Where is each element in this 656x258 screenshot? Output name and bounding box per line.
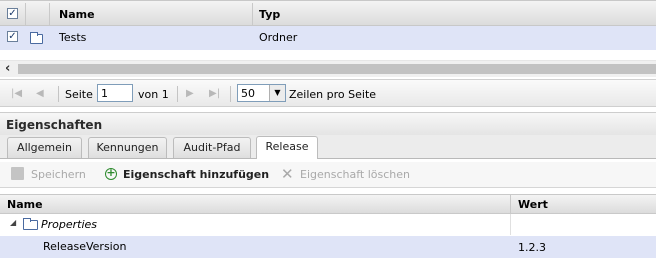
- page-count-label: von 1: [138, 88, 169, 101]
- floppy-icon: [11, 167, 24, 180]
- select-all-checkbox[interactable]: ✓: [7, 8, 18, 19]
- property-row[interactable]: ReleaseVersion 1.2.3: [0, 236, 656, 258]
- collapse-icon[interactable]: ◢: [10, 218, 16, 227]
- plus-circle-icon: +: [105, 166, 117, 180]
- save-button[interactable]: Speichern: [31, 168, 86, 181]
- x-icon: ✕: [281, 165, 294, 183]
- tree-group-row[interactable]: ◢ Properties: [0, 214, 656, 235]
- paging-toolbar: |◀ ◀ Seite von 1 ▶ ▶| 50 ▼ Zeilen pro Se…: [0, 79, 656, 107]
- row-name: Tests: [59, 31, 87, 44]
- page-size-value: 50: [241, 87, 255, 100]
- tab-identifiers[interactable]: Kennungen: [88, 137, 167, 158]
- column-header-name[interactable]: Name: [59, 8, 95, 21]
- group-label: Properties: [41, 218, 98, 231]
- folder-icon: [30, 32, 43, 44]
- delete-property-button[interactable]: Eigenschaft löschen: [300, 168, 410, 181]
- column-header-prop-name[interactable]: Name: [7, 198, 43, 211]
- property-name: ReleaseVersion: [43, 240, 127, 253]
- tab-release[interactable]: Release: [256, 136, 318, 159]
- column-header-value[interactable]: Wert: [518, 198, 548, 211]
- page-label: Seite: [65, 88, 93, 101]
- tab-general[interactable]: Allgemein: [7, 137, 82, 158]
- row-type: Ordner: [259, 31, 298, 44]
- row-checkbox[interactable]: ✓: [7, 31, 18, 42]
- folder-open-icon: [23, 218, 38, 230]
- property-value[interactable]: 1.2.3: [518, 241, 546, 254]
- horizontal-scrollbar[interactable]: ‹: [0, 60, 656, 77]
- page-size-select[interactable]: 50 ▼: [237, 84, 286, 102]
- column-header-type[interactable]: Typ: [259, 8, 280, 21]
- next-page-icon[interactable]: ▶: [186, 88, 194, 99]
- last-page-icon[interactable]: ▶|: [209, 88, 220, 99]
- page-number-input[interactable]: [97, 84, 133, 102]
- prev-page-icon[interactable]: ◀: [36, 88, 44, 99]
- scrollbar-thumb[interactable]: [18, 64, 656, 74]
- properties-table-header: Name Wert: [0, 194, 656, 214]
- rows-per-page-label: Zeilen pro Seite: [289, 88, 377, 101]
- scroll-left-icon[interactable]: ‹: [5, 61, 10, 76]
- chevron-down-icon[interactable]: ▼: [269, 85, 285, 101]
- tab-audit-trail[interactable]: Audit-Pfad: [173, 137, 251, 158]
- first-page-icon[interactable]: |◀: [11, 88, 22, 99]
- table-row[interactable]: ✓ Tests Ordner: [0, 26, 656, 50]
- grid-header: ✓ Name Typ: [0, 0, 656, 26]
- add-property-button[interactable]: Eigenschaft hinzufügen: [123, 168, 269, 181]
